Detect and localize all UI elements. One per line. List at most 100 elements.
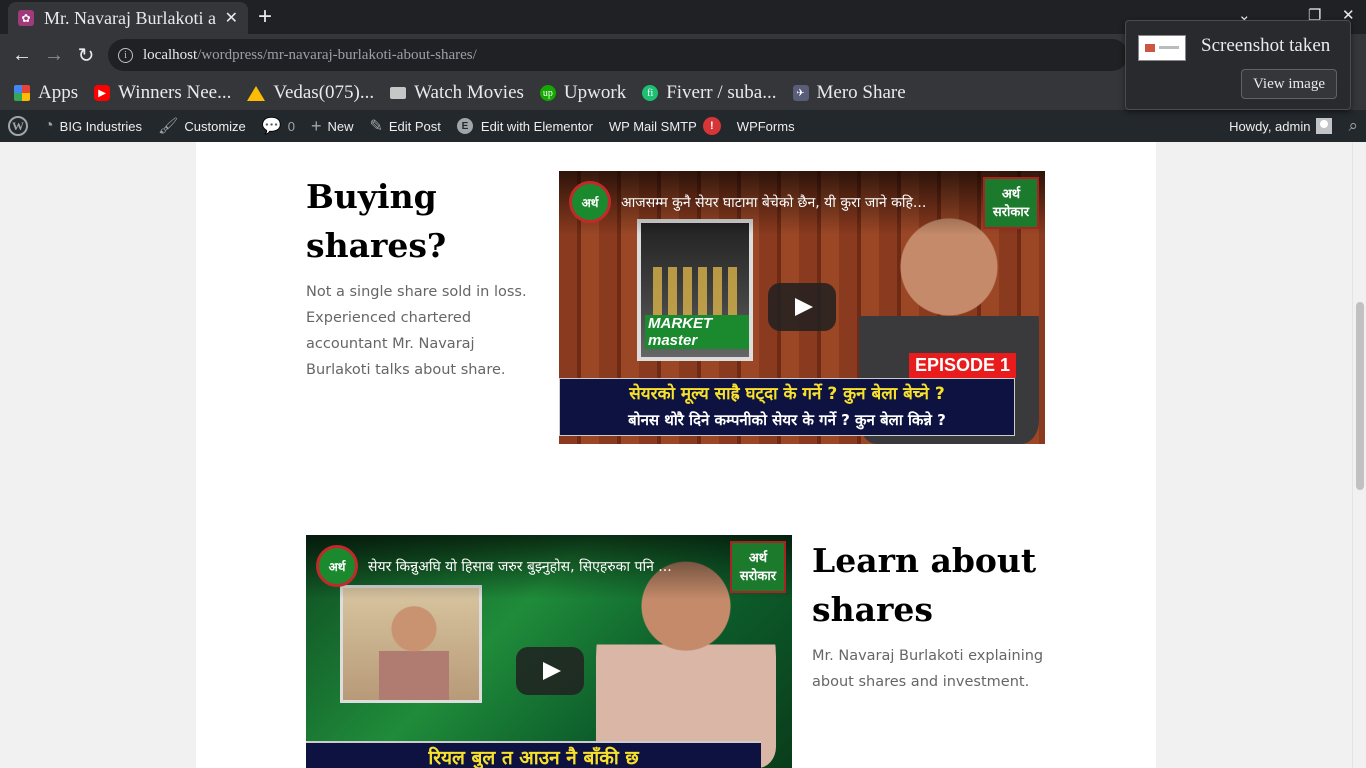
comment-bubble-icon: 💬 bbox=[261, 118, 282, 135]
admin-wp-mail-smtp[interactable]: WP Mail SMTP! bbox=[601, 110, 729, 142]
section-heading-buying-shares: Buying shares? bbox=[306, 172, 446, 270]
search-icon: ⌕ bbox=[1348, 116, 1358, 135]
wordpress-logo-icon: W bbox=[8, 116, 28, 136]
howdy-label: Howdy, admin bbox=[1229, 118, 1311, 134]
section-description: Not a single share sold in loss. Experie… bbox=[306, 284, 527, 378]
market-master-poster: MARKET master bbox=[637, 219, 753, 361]
bookmark-label: Upwork bbox=[563, 82, 627, 103]
admin-comments[interactable]: 💬 0 bbox=[254, 110, 303, 142]
comments-count: 0 bbox=[287, 118, 295, 134]
wp-logo-menu[interactable]: W bbox=[0, 110, 36, 142]
section-description: Mr. Navaraj Burlakoti explaining about s… bbox=[812, 648, 1044, 690]
elementor-icon: E bbox=[456, 118, 473, 134]
screenshot-toast: Screenshot taken View image bbox=[1125, 20, 1351, 110]
play-button-icon[interactable] bbox=[516, 647, 584, 695]
channel-logo[interactable]: अर्थ bbox=[569, 181, 611, 223]
admin-wpforms[interactable]: WPForms bbox=[729, 110, 803, 142]
flower-favicon-icon: ✿ bbox=[18, 10, 34, 26]
dashboard-gauge-icon: ◔ bbox=[44, 117, 54, 134]
toast-title: Screenshot taken bbox=[1201, 35, 1331, 56]
admin-new[interactable]: + New bbox=[303, 110, 362, 142]
bookmark-apps[interactable]: Apps bbox=[14, 82, 78, 104]
bookmark-label: Fiverr / suba... bbox=[666, 82, 777, 103]
admin-search[interactable]: ⌕ bbox=[1340, 110, 1366, 142]
close-tab-icon[interactable]: ✕ bbox=[225, 8, 238, 28]
caption-line: बोनस थोरै दिने कम्पनीको सेयर के गर्ने ? … bbox=[628, 411, 946, 429]
browser-tab-active[interactable]: ✿ Mr. Navaraj Burlakoti a ✕ bbox=[8, 2, 248, 34]
admin-account-menu[interactable]: Howdy, admin bbox=[1221, 110, 1340, 142]
smtp-alert-badge: ! bbox=[702, 117, 721, 135]
admin-site-name[interactable]: ◔ BIG Industries bbox=[36, 110, 150, 142]
forward-arrow-icon[interactable]: → bbox=[41, 42, 67, 68]
youtube-video-embed[interactable]: अर्थ सेयर किन्नुअघि यो हिसाब जरुर बुझ्नु… bbox=[306, 535, 792, 768]
folder-icon bbox=[390, 87, 407, 99]
page-content: Buying shares? Not a single share sold i… bbox=[196, 142, 1156, 768]
site-info-icon[interactable]: i bbox=[118, 47, 133, 63]
upwork-icon: up bbox=[539, 85, 556, 101]
apps-grid-icon bbox=[14, 85, 30, 101]
youtube-video-embed[interactable]: MARKET master अर्थ आजसम्म कुनै सेयर घाटा… bbox=[559, 171, 1045, 444]
caption-line: सेयरको मूल्य साह्रै घट्दा के गर्ने ? कुन… bbox=[629, 384, 945, 404]
video-caption: रियल बुल त आउन नै बाँकी छ bbox=[306, 741, 761, 768]
wpforms-label: WPForms bbox=[736, 118, 795, 134]
url-path: /wordpress/mr-navaraj-burlakoti-about-sh… bbox=[197, 46, 477, 63]
pencil-icon: ✎ bbox=[369, 118, 383, 135]
channel-logo[interactable]: अर्थ bbox=[316, 545, 358, 587]
back-arrow-icon[interactable]: ← bbox=[9, 42, 35, 68]
url-host: localhost bbox=[143, 46, 198, 63]
new-label: New bbox=[327, 118, 354, 134]
admin-customize[interactable]: 🖌 Customize bbox=[150, 110, 254, 142]
mero-share-icon: ✈ bbox=[792, 85, 809, 101]
bookmark-label: Vedas(075)... bbox=[273, 82, 375, 103]
screenshot-thumbnail[interactable] bbox=[1138, 35, 1186, 61]
bookmark-label: Watch Movies bbox=[414, 82, 524, 103]
bookmark-winners[interactable]: ▶ Winners Nee... bbox=[94, 82, 231, 104]
heading-line: Learn about bbox=[812, 541, 1037, 580]
channel-brand-badge: अर्थ सरोकार bbox=[983, 177, 1039, 229]
heading-line: Buying bbox=[306, 177, 437, 216]
scrollbar-thumb[interactable] bbox=[1356, 302, 1364, 490]
address-bar[interactable]: i localhost/wordpress/mr-navaraj-burlako… bbox=[108, 39, 1128, 71]
heading-line: shares? bbox=[306, 226, 447, 265]
paintbrush-icon: 🖌 bbox=[158, 118, 179, 135]
channel-brand-badge: अर्थ सरोकार bbox=[730, 541, 786, 593]
view-image-button[interactable]: View image bbox=[1241, 69, 1337, 99]
inset-person-image bbox=[340, 585, 482, 703]
bookmark-mero-share[interactable]: ✈ Mero Share bbox=[792, 82, 906, 104]
bookmark-fiverr[interactable]: fi Fiverr / suba... bbox=[642, 82, 777, 104]
site-name-label: BIG Industries bbox=[59, 118, 143, 134]
plus-icon: + bbox=[310, 115, 322, 136]
bookmark-label: Apps bbox=[38, 82, 79, 103]
bookmark-vedas[interactable]: Vedas(075)... bbox=[247, 82, 374, 104]
heading-line: shares bbox=[812, 590, 933, 629]
url-text: localhost/wordpress/mr-navaraj-burlakoti… bbox=[143, 47, 477, 64]
fiverr-icon: fi bbox=[642, 85, 659, 101]
video-caption: सेयरको मूल्य साह्रै घट्दा के गर्ने ? कुन… bbox=[559, 378, 1015, 436]
youtube-icon: ▶ bbox=[94, 85, 111, 101]
avatar bbox=[1316, 118, 1333, 134]
video-title[interactable]: सेयर किन्नुअघि यो हिसाब जरुर बुझ्नुहोस, … bbox=[368, 557, 728, 576]
elementor-label: Edit with Elementor bbox=[480, 118, 593, 134]
admin-edit-post[interactable]: ✎ Edit Post bbox=[361, 110, 448, 142]
bookmark-watch-movies[interactable]: Watch Movies bbox=[390, 82, 524, 104]
google-drive-icon bbox=[247, 85, 266, 101]
edit-post-label: Edit Post bbox=[388, 118, 441, 134]
section-heading-learn-about-shares: Learn about shares bbox=[812, 536, 1036, 634]
page-viewport: Buying shares? Not a single share sold i… bbox=[0, 142, 1352, 768]
wp-admin-bar: W ◔ BIG Industries 🖌 Customize 💬 0 + New ✎ Ed… bbox=[0, 110, 1366, 142]
bookmark-label: Mero Share bbox=[816, 82, 906, 103]
admin-edit-elementor[interactable]: E Edit with Elementor bbox=[449, 110, 601, 142]
admin-bar-right: Howdy, admin ⌕ bbox=[1221, 110, 1366, 142]
page-scrollbar[interactable] bbox=[1352, 142, 1366, 768]
poster-label: MARKET master bbox=[645, 315, 749, 349]
video-title[interactable]: आजसम्म कुनै सेयर घाटामा बेचेको छैन, यी क… bbox=[621, 193, 961, 212]
customize-label: Customize bbox=[184, 118, 246, 134]
bookmark-label: Winners Nee... bbox=[118, 82, 232, 103]
smtp-label: WP Mail SMTP bbox=[608, 118, 697, 134]
play-button-icon[interactable] bbox=[768, 283, 836, 331]
reload-icon[interactable]: ↻ bbox=[73, 42, 99, 68]
tab-title: Mr. Navaraj Burlakoti a bbox=[44, 7, 216, 28]
bookmark-upwork[interactable]: up Upwork bbox=[539, 82, 627, 104]
new-tab-button[interactable]: + bbox=[258, 4, 272, 30]
episode-badge: EPISODE 1 bbox=[909, 353, 1017, 378]
